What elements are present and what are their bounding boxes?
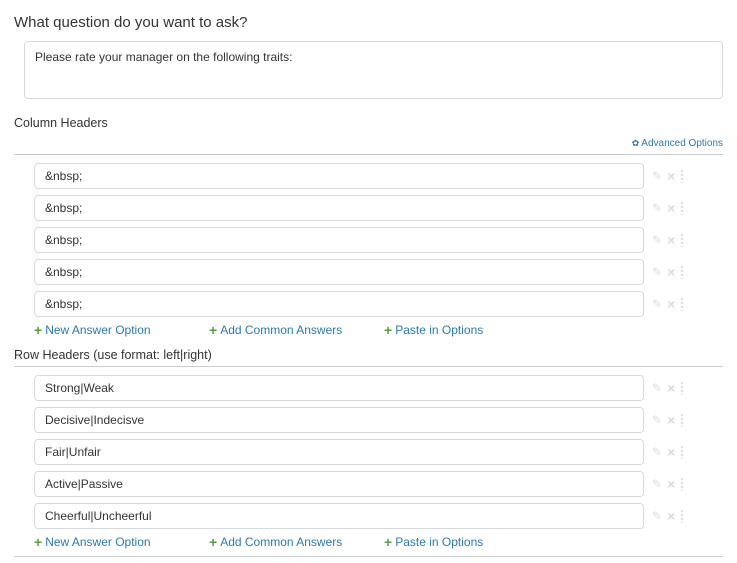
row-option-row: ✎ × [34, 471, 723, 497]
plus-icon: + [384, 535, 392, 549]
advanced-options-link[interactable]: ✿Advanced Options [632, 138, 723, 149]
row-option-row: ✎ × [34, 503, 723, 529]
column-option-input[interactable] [34, 259, 644, 285]
row-option-input[interactable] [34, 471, 644, 497]
add-common-answers-label: Add Common Answers [220, 323, 342, 337]
column-option-input[interactable] [34, 227, 644, 253]
row-option-row: ✎ × [34, 439, 723, 465]
drag-icon[interactable] [680, 201, 684, 215]
remove-icon[interactable]: × [667, 445, 675, 459]
question-prompt-label: What question do you want to ask? [14, 14, 723, 31]
edit-icon[interactable]: ✎ [652, 234, 662, 246]
column-option-row: ✎ × [34, 291, 723, 317]
row-headers-title: Row Headers (use format: left|right) [14, 348, 723, 362]
column-action-bar: +New Answer Option +Add Common Answers +… [14, 323, 723, 338]
add-common-answers-link[interactable]: +Add Common Answers [209, 323, 342, 337]
edit-icon[interactable]: ✎ [652, 478, 662, 490]
plus-icon: + [34, 535, 42, 549]
gear-icon: ✿ [632, 138, 640, 148]
drag-icon[interactable] [680, 477, 684, 491]
remove-icon[interactable]: × [667, 297, 675, 311]
row-headers-list: ✎ × ✎ × ✎ × ✎ × ✎ × [14, 375, 723, 529]
new-answer-option-link[interactable]: +New Answer Option [34, 323, 151, 337]
row-option-input[interactable] [34, 407, 644, 433]
row-option-input[interactable] [34, 375, 644, 401]
paste-in-options-label: Paste in Options [395, 535, 483, 549]
column-headers-list: ✎ × ✎ × ✎ × ✎ × ✎ × [14, 163, 723, 317]
drag-icon[interactable] [680, 233, 684, 247]
paste-in-options-link[interactable]: +Paste in Options [384, 323, 483, 337]
edit-icon[interactable]: ✎ [652, 382, 662, 394]
row-option-row: ✎ × [34, 375, 723, 401]
new-answer-option-label: New Answer Option [45, 323, 150, 337]
edit-icon[interactable]: ✎ [652, 446, 662, 458]
plus-icon: + [209, 323, 217, 337]
drag-icon[interactable] [680, 509, 684, 523]
edit-icon[interactable]: ✎ [652, 202, 662, 214]
edit-icon[interactable]: ✎ [652, 510, 662, 522]
remove-icon[interactable]: × [667, 201, 675, 215]
column-option-row: ✎ × [34, 195, 723, 221]
paste-in-options-label: Paste in Options [395, 323, 483, 337]
column-option-row: ✎ × [34, 163, 723, 189]
row-option-input[interactable] [34, 439, 644, 465]
plus-icon: + [384, 323, 392, 337]
column-option-input[interactable] [34, 163, 644, 189]
remove-icon[interactable]: × [667, 477, 675, 491]
drag-icon[interactable] [680, 445, 684, 459]
drag-icon[interactable] [680, 297, 684, 311]
new-answer-option-link[interactable]: +New Answer Option [34, 535, 151, 549]
remove-icon[interactable]: × [667, 233, 675, 247]
remove-icon[interactable]: × [667, 413, 675, 427]
remove-icon[interactable]: × [667, 265, 675, 279]
row-option-row: ✎ × [34, 407, 723, 433]
drag-icon[interactable] [680, 413, 684, 427]
remove-icon[interactable]: × [667, 509, 675, 523]
add-common-answers-label: Add Common Answers [220, 535, 342, 549]
column-option-input[interactable] [34, 291, 644, 317]
column-option-input[interactable] [34, 195, 644, 221]
edit-icon[interactable]: ✎ [652, 170, 662, 182]
advanced-options-label: Advanced Options [641, 138, 723, 149]
paste-in-options-link[interactable]: +Paste in Options [384, 535, 483, 549]
plus-icon: + [209, 535, 217, 549]
new-answer-option-label: New Answer Option [45, 535, 150, 549]
edit-icon[interactable]: ✎ [652, 266, 662, 278]
drag-icon[interactable] [680, 169, 684, 183]
edit-icon[interactable]: ✎ [652, 298, 662, 310]
drag-icon[interactable] [680, 265, 684, 279]
add-common-answers-link[interactable]: +Add Common Answers [209, 535, 342, 549]
question-text-input[interactable]: Please rate your manager on the followin… [24, 41, 723, 99]
row-action-bar: +New Answer Option +Add Common Answers +… [14, 535, 723, 550]
drag-icon[interactable] [680, 381, 684, 395]
edit-icon[interactable]: ✎ [652, 414, 662, 426]
column-option-row: ✎ × [34, 259, 723, 285]
column-option-row: ✎ × [34, 227, 723, 253]
plus-icon: + [34, 323, 42, 337]
remove-icon[interactable]: × [667, 169, 675, 183]
row-option-input[interactable] [34, 503, 644, 529]
question-box: Please rate your manager on the followin… [24, 41, 723, 102]
column-headers-title: Column Headers [14, 116, 723, 130]
remove-icon[interactable]: × [667, 381, 675, 395]
